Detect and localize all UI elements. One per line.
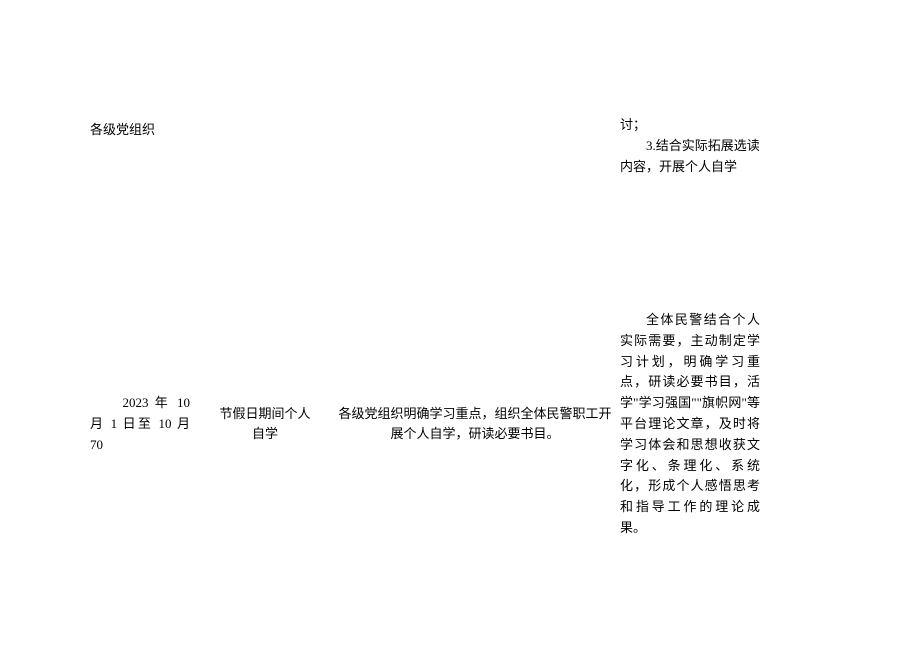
header-title: 各级党组织 xyxy=(90,122,155,137)
top-right-line1: 讨； xyxy=(620,115,760,136)
detail-column: 全体民警结合个人实际需要，主动制定学习计划，明确学习重点，研读必要书目，活学"学… xyxy=(620,310,760,539)
content-row: 2023 年 10 月 1 日至 10 月 70 节假日期间个人自学 各级党组织… xyxy=(90,310,860,539)
content-column: 各级党组织明确学习重点，组织全体民警职工开展个人自学，研读必要书目。 xyxy=(335,404,615,446)
top-right-line2: 3.结合实际拓展选读内容，开展个人自学 xyxy=(620,136,760,178)
page-header: 各级党组织 xyxy=(90,120,155,141)
date-column: 2023 年 10 月 1 日至 10 月 70 xyxy=(90,393,190,455)
top-right-section: 讨； 3.结合实际拓展选读内容，开展个人自学 xyxy=(620,115,760,177)
period-column: 节假日期间个人自学 xyxy=(215,404,315,446)
